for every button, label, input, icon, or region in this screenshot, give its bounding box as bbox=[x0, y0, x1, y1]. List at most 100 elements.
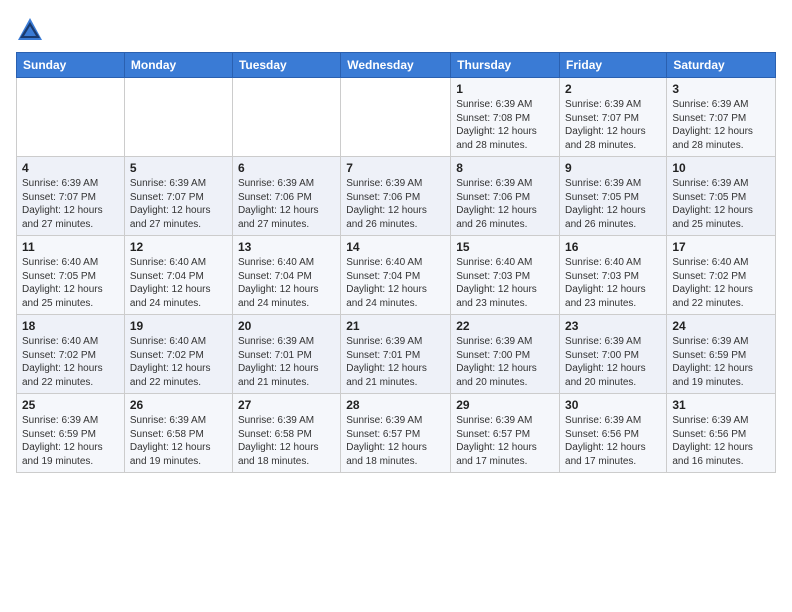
page-header bbox=[16, 16, 776, 44]
calendar-week-row: 18 Sunrise: 6:40 AMSunset: 7:02 PMDayligh… bbox=[17, 315, 776, 394]
day-info: Sunrise: 6:39 AMSunset: 7:01 PMDaylight:… bbox=[238, 335, 335, 389]
day-number: 9 bbox=[565, 161, 661, 175]
day-number: 5 bbox=[130, 161, 227, 175]
day-info: Sunrise: 6:40 AMSunset: 7:04 PMDaylight:… bbox=[130, 256, 227, 310]
day-info: Sunrise: 6:40 AMSunset: 7:04 PMDaylight:… bbox=[346, 256, 445, 310]
day-info: Sunrise: 6:39 AMSunset: 6:56 PMDaylight:… bbox=[672, 414, 770, 468]
day-info: Sunrise: 6:39 AMSunset: 7:06 PMDaylight:… bbox=[238, 177, 335, 231]
calendar-day-header: Wednesday bbox=[341, 53, 451, 78]
calendar-day-cell bbox=[17, 78, 125, 157]
calendar-day-cell: 2 Sunrise: 6:39 AMSunset: 7:07 PMDaylight… bbox=[560, 78, 667, 157]
day-info: Sunrise: 6:40 AMSunset: 7:03 PMDaylight:… bbox=[565, 256, 661, 310]
calendar-day-cell: 18 Sunrise: 6:40 AMSunset: 7:02 PMDayligh… bbox=[17, 315, 125, 394]
day-number: 15 bbox=[456, 240, 554, 254]
calendar-day-cell: 4 Sunrise: 6:39 AMSunset: 7:07 PMDaylight… bbox=[17, 157, 125, 236]
day-number: 23 bbox=[565, 319, 661, 333]
calendar-day-cell: 31 Sunrise: 6:39 AMSunset: 6:56 PMDayligh… bbox=[667, 394, 776, 473]
calendar-day-cell: 28 Sunrise: 6:39 AMSunset: 6:57 PMDayligh… bbox=[341, 394, 451, 473]
calendar-week-row: 25Sunrise: 6:39 AMSunset: 6:59 PMDayligh… bbox=[17, 394, 776, 473]
day-info: Sunrise: 6:39 AMSunset: 7:06 PMDaylight:… bbox=[346, 177, 445, 231]
day-info: Sunrise: 6:39 AMSunset: 7:05 PMDaylight:… bbox=[672, 177, 770, 231]
day-number: 20 bbox=[238, 319, 335, 333]
calendar-day-header: Tuesday bbox=[232, 53, 340, 78]
day-number: 31 bbox=[672, 398, 770, 412]
calendar-day-cell: 5 Sunrise: 6:39 AMSunset: 7:07 PMDaylight… bbox=[124, 157, 232, 236]
day-number: 29 bbox=[456, 398, 554, 412]
calendar-day-cell: 26 Sunrise: 6:39 AMSunset: 6:58 PMDayligh… bbox=[124, 394, 232, 473]
calendar-day-cell: 14 Sunrise: 6:40 AMSunset: 7:04 PMDayligh… bbox=[341, 236, 451, 315]
day-number: 4 bbox=[22, 161, 119, 175]
calendar-day-cell bbox=[124, 78, 232, 157]
day-info: Sunrise: 6:39 AMSunset: 7:07 PMDaylight:… bbox=[565, 98, 661, 152]
day-info: Sunrise: 6:40 AMSunset: 7:02 PMDaylight:… bbox=[672, 256, 770, 310]
day-number: 3 bbox=[672, 82, 770, 96]
day-number: 14 bbox=[346, 240, 445, 254]
calendar-day-header: Saturday bbox=[667, 53, 776, 78]
day-number: 1 bbox=[456, 82, 554, 96]
day-info: Sunrise: 6:39 AMSunset: 6:57 PMDaylight:… bbox=[346, 414, 445, 468]
day-number: 26 bbox=[130, 398, 227, 412]
calendar-day-cell: 17 Sunrise: 6:40 AMSunset: 7:02 PMDayligh… bbox=[667, 236, 776, 315]
calendar-day-cell: 6Sunrise: 6:39 AMSunset: 7:06 PMDaylight… bbox=[232, 157, 340, 236]
calendar-day-cell: 13Sunrise: 6:40 AMSunset: 7:04 PMDayligh… bbox=[232, 236, 340, 315]
day-number: 12 bbox=[130, 240, 227, 254]
calendar-day-cell: 10 Sunrise: 6:39 AMSunset: 7:05 PMDayligh… bbox=[667, 157, 776, 236]
logo-icon bbox=[16, 16, 44, 44]
day-info: Sunrise: 6:39 AMSunset: 6:58 PMDaylight:… bbox=[238, 414, 335, 468]
calendar-day-cell: 29 Sunrise: 6:39 AMSunset: 6:57 PMDayligh… bbox=[451, 394, 560, 473]
calendar-day-cell: 3 Sunrise: 6:39 AMSunset: 7:07 PMDaylight… bbox=[667, 78, 776, 157]
day-number: 17 bbox=[672, 240, 770, 254]
day-info: Sunrise: 6:40 AMSunset: 7:05 PMDaylight:… bbox=[22, 256, 119, 310]
day-info: Sunrise: 6:40 AMSunset: 7:02 PMDaylight:… bbox=[22, 335, 119, 389]
day-info: Sunrise: 6:39 AMSunset: 7:07 PMDaylight:… bbox=[130, 177, 227, 231]
day-info: Sunrise: 6:39 AMSunset: 7:01 PMDaylight:… bbox=[346, 335, 445, 389]
day-number: 16 bbox=[565, 240, 661, 254]
calendar-day-cell: 25Sunrise: 6:39 AMSunset: 6:59 PMDayligh… bbox=[17, 394, 125, 473]
day-info: Sunrise: 6:40 AMSunset: 7:03 PMDaylight:… bbox=[456, 256, 554, 310]
day-number: 7 bbox=[346, 161, 445, 175]
day-info: Sunrise: 6:39 AMSunset: 6:59 PMDaylight:… bbox=[22, 414, 119, 468]
day-info: Sunrise: 6:39 AMSunset: 6:56 PMDaylight:… bbox=[565, 414, 661, 468]
day-number: 27 bbox=[238, 398, 335, 412]
logo bbox=[16, 16, 48, 44]
calendar-day-cell: 19 Sunrise: 6:40 AMSunset: 7:02 PMDayligh… bbox=[124, 315, 232, 394]
day-info: Sunrise: 6:39 AMSunset: 7:00 PMDaylight:… bbox=[456, 335, 554, 389]
calendar-day-cell: 22 Sunrise: 6:39 AMSunset: 7:00 PMDayligh… bbox=[451, 315, 560, 394]
calendar-day-header: Thursday bbox=[451, 53, 560, 78]
day-number: 19 bbox=[130, 319, 227, 333]
calendar-week-row: 11Sunrise: 6:40 AMSunset: 7:05 PMDayligh… bbox=[17, 236, 776, 315]
calendar-table: SundayMondayTuesdayWednesdayThursdayFrid… bbox=[16, 52, 776, 473]
day-number: 22 bbox=[456, 319, 554, 333]
day-number: 8 bbox=[456, 161, 554, 175]
day-info: Sunrise: 6:39 AMSunset: 6:59 PMDaylight:… bbox=[672, 335, 770, 389]
calendar-day-header: Friday bbox=[560, 53, 667, 78]
calendar-day-cell: 23 Sunrise: 6:39 AMSunset: 7:00 PMDayligh… bbox=[560, 315, 667, 394]
calendar-day-cell bbox=[232, 78, 340, 157]
day-info: Sunrise: 6:39 AMSunset: 7:00 PMDaylight:… bbox=[565, 335, 661, 389]
day-info: Sunrise: 6:40 AMSunset: 7:04 PMDaylight:… bbox=[238, 256, 335, 310]
calendar-day-cell bbox=[341, 78, 451, 157]
calendar-day-cell: 21 Sunrise: 6:39 AMSunset: 7:01 PMDayligh… bbox=[341, 315, 451, 394]
day-number: 24 bbox=[672, 319, 770, 333]
calendar-day-cell: 1Sunrise: 6:39 AMSunset: 7:08 PMDaylight… bbox=[451, 78, 560, 157]
day-info: Sunrise: 6:40 AMSunset: 7:02 PMDaylight:… bbox=[130, 335, 227, 389]
calendar-day-cell: 15 Sunrise: 6:40 AMSunset: 7:03 PMDayligh… bbox=[451, 236, 560, 315]
calendar-day-cell: 16 Sunrise: 6:40 AMSunset: 7:03 PMDayligh… bbox=[560, 236, 667, 315]
calendar-week-row: 1Sunrise: 6:39 AMSunset: 7:08 PMDaylight… bbox=[17, 78, 776, 157]
day-number: 18 bbox=[22, 319, 119, 333]
calendar-day-cell: 30 Sunrise: 6:39 AMSunset: 6:56 PMDayligh… bbox=[560, 394, 667, 473]
day-info: Sunrise: 6:39 AMSunset: 7:07 PMDaylight:… bbox=[672, 98, 770, 152]
day-number: 21 bbox=[346, 319, 445, 333]
day-number: 28 bbox=[346, 398, 445, 412]
calendar-day-cell: 8Sunrise: 6:39 AMSunset: 7:06 PMDaylight… bbox=[451, 157, 560, 236]
day-number: 2 bbox=[565, 82, 661, 96]
calendar-week-row: 4 Sunrise: 6:39 AMSunset: 7:07 PMDaylight… bbox=[17, 157, 776, 236]
calendar-day-cell: 12 Sunrise: 6:40 AMSunset: 7:04 PMDayligh… bbox=[124, 236, 232, 315]
day-info: Sunrise: 6:39 AMSunset: 7:07 PMDaylight:… bbox=[22, 177, 119, 231]
calendar-day-cell: 9Sunrise: 6:39 AMSunset: 7:05 PMDaylight… bbox=[560, 157, 667, 236]
day-info: Sunrise: 6:39 AMSunset: 6:58 PMDaylight:… bbox=[130, 414, 227, 468]
day-info: Sunrise: 6:39 AMSunset: 6:57 PMDaylight:… bbox=[456, 414, 554, 468]
calendar-day-header: Sunday bbox=[17, 53, 125, 78]
day-number: 10 bbox=[672, 161, 770, 175]
day-number: 30 bbox=[565, 398, 661, 412]
